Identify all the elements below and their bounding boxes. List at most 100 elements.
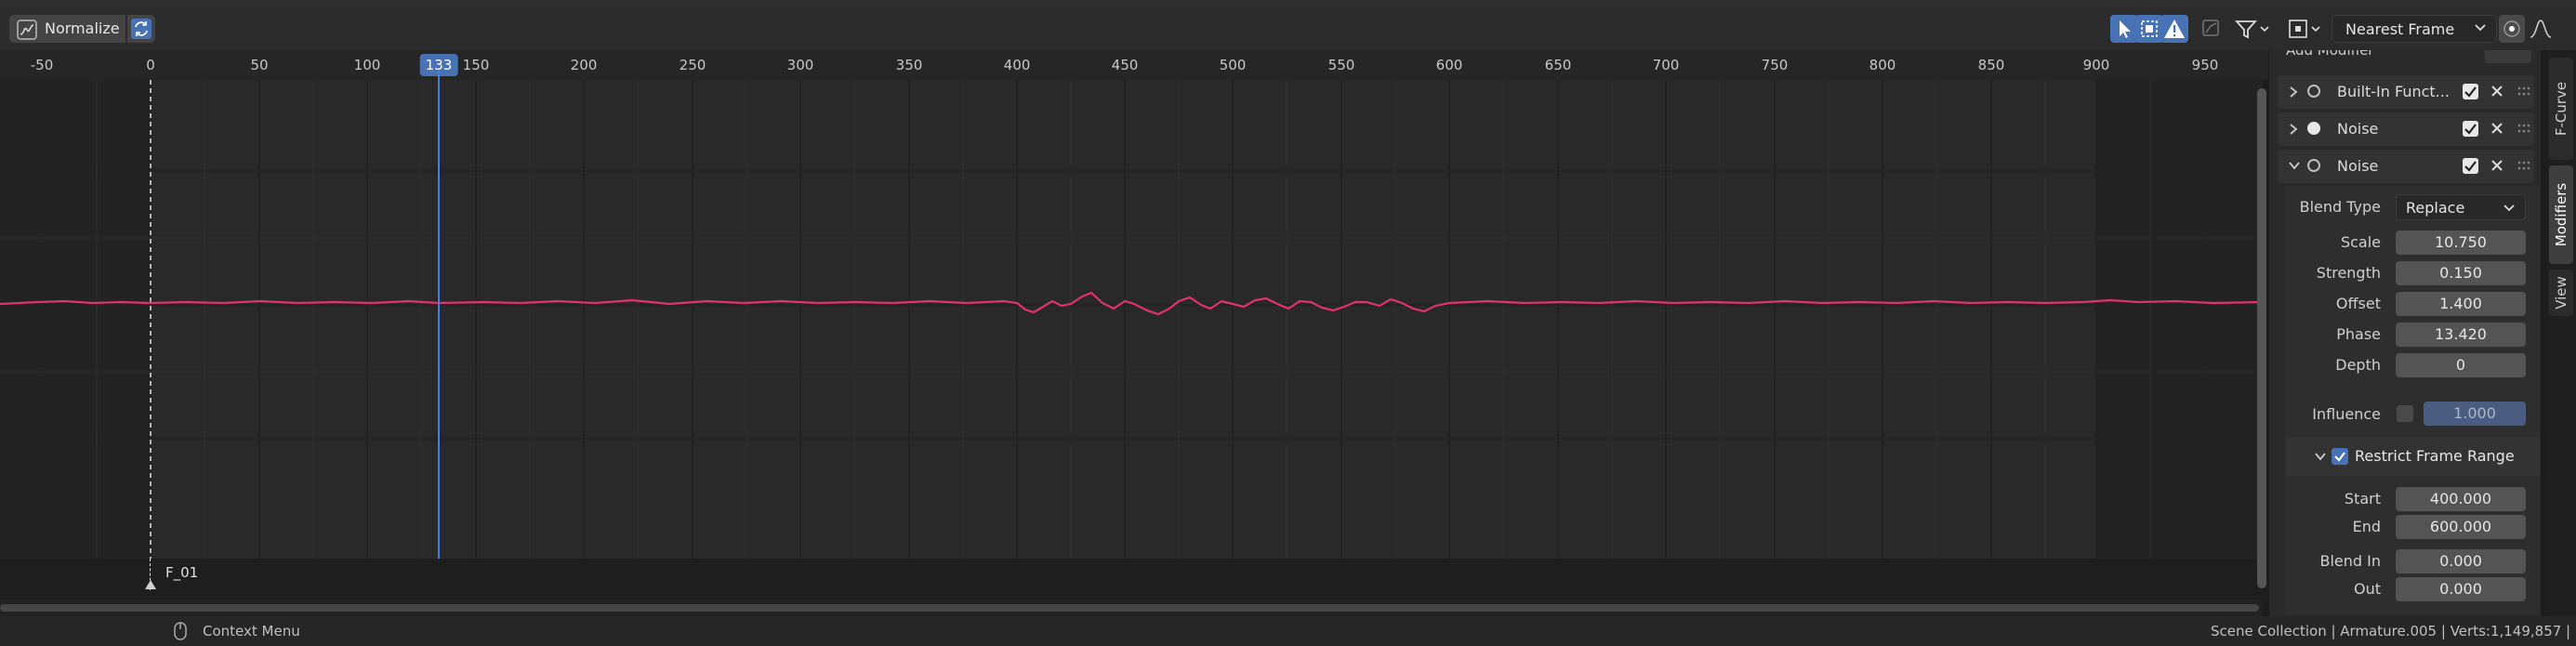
modifier-name: Noise [2337,120,2379,138]
ruler-tick: 350 [895,57,923,73]
ruler-tick: 550 [1328,57,1355,73]
snapping-mode-label: Nearest Frame [2345,20,2455,38]
refresh-normalization-button[interactable] [127,15,155,43]
tab-fcurve[interactable]: F-Curve [2549,58,2573,160]
enable-checkbox[interactable] [2463,158,2478,174]
marker-label: F_01 [165,564,199,581]
snapping-mode-dropdown[interactable]: Nearest Frame [2332,15,2497,43]
normalize-toggle[interactable]: Normalize [9,15,125,43]
blend-in-field[interactable]: 0.000 [2396,549,2526,573]
ruler-tick: 450 [1111,57,1139,73]
show-hidden-toggle[interactable] [2135,15,2163,43]
auto-normalize-toggle[interactable] [2198,15,2226,43]
drag-handle-icon[interactable] [2517,86,2530,97]
sidebar-tabs: F-Curve Modifiers View [2547,50,2576,616]
ruler-tick: 750 [1761,57,1789,73]
restrict-frame-range-header[interactable]: Restrict Frame Range [2285,437,2540,476]
blend-out-field[interactable]: 0.000 [2396,577,2526,601]
depth-field[interactable]: 0 [2396,353,2526,377]
blend-type-value: Replace [2406,199,2465,217]
tab-view[interactable]: View [2549,270,2573,316]
modifier-name: Noise [2337,157,2379,175]
horizontal-scrollbar[interactable] [0,600,2263,616]
ruler-tick: 200 [570,57,598,73]
close-icon[interactable] [2489,120,2505,137]
influence-checkbox[interactable] [2397,405,2413,422]
chevron-down-icon [2503,204,2515,212]
marker-triangle-icon[interactable] [144,579,157,590]
drag-handle-icon[interactable] [2517,160,2530,171]
mute-toggle-icon[interactable] [2307,159,2320,172]
scale-field[interactable]: 10.750 [2396,231,2526,255]
ruler-tick: 500 [1219,57,1247,73]
playhead-line[interactable] [438,71,440,616]
ruler-tick: 250 [679,57,707,73]
ruler-tick: 100 [353,57,381,73]
ruler-tick: 650 [1544,57,1572,73]
proportional-dot-icon [2503,20,2520,37]
blend-in-label: Blend In [2319,552,2381,570]
only-selected-toggle[interactable] [2110,15,2138,43]
phase-label: Phase [2336,325,2381,343]
top-border [0,0,2576,7]
graph-editor-header: Normalize Nearest Frame [0,7,2576,51]
filter-dropdown[interactable] [2231,15,2276,43]
normalize-icon [17,20,37,40]
blend-type-dropdown[interactable]: Replace [2396,194,2526,220]
only-show-errors-toggle[interactable] [2160,15,2188,43]
ruler-tick: 800 [1869,57,1896,73]
proportional-editing-toggle[interactable] [2499,15,2525,43]
cursor-icon [2120,20,2131,38]
pivot-dropdown[interactable] [2285,15,2326,43]
ruler-tick: 300 [786,57,814,73]
chevron-down-icon[interactable] [2313,450,2328,463]
close-icon[interactable] [2489,83,2505,99]
phase-field[interactable]: 13.420 [2396,323,2526,347]
depth-label: Depth [2335,356,2381,374]
start-field[interactable]: 400.000 [2396,487,2526,511]
modifier-noise-2[interactable]: Noise [2278,150,2534,183]
offset-label: Offset [2335,295,2381,312]
falloff-dropdown[interactable] [2527,15,2555,43]
add-modifier-dropdown[interactable]: Add Modifier [2279,50,2464,59]
end-field[interactable]: 600.000 [2396,515,2526,539]
start-label: Start [2344,490,2381,508]
filter-icon [2234,20,2269,39]
offset-field[interactable]: 1.400 [2396,292,2526,316]
ghost-curve-icon [2202,20,2219,36]
ruler-tick: 600 [1435,57,1463,73]
ruler-tick: 150 [462,57,490,73]
graph-canvas [0,80,2263,559]
warning-icon [2164,20,2185,38]
enable-checkbox[interactable] [2463,121,2478,137]
strength-field[interactable]: 0.150 [2396,261,2526,285]
frame-ruler[interactable]: -50 0 50 100 150 200 250 300 350 400 450… [0,50,2268,80]
chevron-down-icon[interactable] [2287,159,2302,172]
falloff-curve-icon [2530,20,2552,38]
chevron-right-icon[interactable] [2287,122,2300,137]
ruler-tick: -50 [30,57,54,73]
copy-paste-modifiers[interactable] [2485,50,2531,63]
frame-select-icon [2141,20,2158,37]
drag-handle-icon[interactable] [2517,123,2530,134]
ruler-tick: 50 [250,57,269,73]
graph-area[interactable] [0,80,2263,559]
restrict-range-label: Restrict Frame Range [2355,447,2515,465]
noise-fcurve [0,291,2263,316]
chevron-right-icon[interactable] [2287,85,2300,99]
modifier-noise-1[interactable]: Noise [2278,112,2534,146]
influence-field[interactable]: 1.000 [2424,402,2526,426]
status-bar: Context Menu Scene Collection | Armature… [0,616,2576,646]
restrict-range-checkbox[interactable] [2332,448,2348,465]
ruler-tick: 900 [2082,57,2110,73]
mute-toggle-icon[interactable] [2307,122,2320,135]
strength-label: Strength [2316,264,2381,282]
ruler-tick: 400 [1003,57,1031,73]
enable-checkbox[interactable] [2463,84,2478,99]
marker-row[interactable]: F_01 [0,559,2263,600]
mute-toggle-icon[interactable] [2307,85,2320,98]
modifier-builtin-function[interactable]: Built-In Funct... [2278,75,2534,109]
tab-modifiers[interactable]: Modifiers [2549,165,2573,264]
close-icon[interactable] [2489,157,2505,174]
mouse-icon [174,622,187,640]
